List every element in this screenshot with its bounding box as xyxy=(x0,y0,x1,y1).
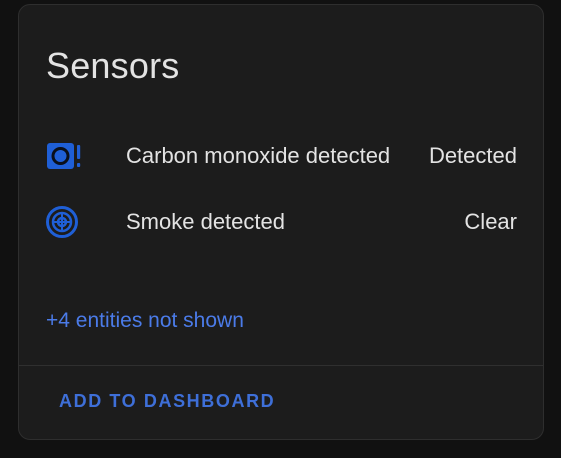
hidden-entities-link[interactable]: +4 entities not shown xyxy=(46,309,244,333)
add-to-dashboard-button[interactable]: ADD TO DASHBOARD xyxy=(45,383,289,420)
entity-name: Smoke detected xyxy=(126,209,285,234)
entity-state: Clear xyxy=(464,209,517,234)
entity-row-carbon-monoxide[interactable]: Carbon monoxide detected Detected xyxy=(19,132,543,178)
sensors-card: Sensors Carbon monoxide detected Detecte… xyxy=(18,4,544,440)
entity-name: Carbon monoxide detected xyxy=(126,143,391,168)
entity-row-smoke[interactable]: Smoke detected Clear xyxy=(19,198,543,244)
card-title: Sensors xyxy=(46,45,180,86)
smoke-detector-icon xyxy=(46,206,78,238)
carbon-monoxide-alert-icon xyxy=(47,143,81,169)
entity-state: Detected xyxy=(428,143,517,168)
card-divider xyxy=(19,365,543,366)
